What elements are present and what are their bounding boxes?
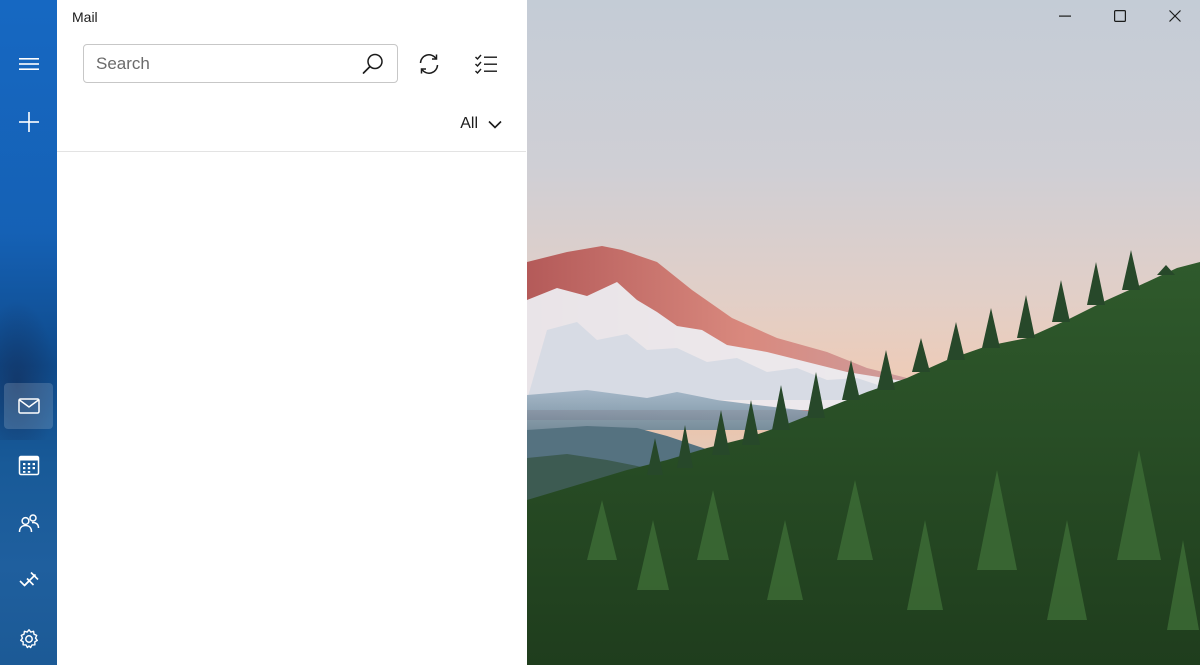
message-list-pane: Mail All <box>57 0 526 665</box>
mail-icon <box>17 398 40 414</box>
close-icon <box>1169 10 1181 22</box>
maximize-button[interactable] <box>1097 0 1143 32</box>
minimize-button[interactable] <box>1042 0 1088 32</box>
mail-nav-button[interactable] <box>4 383 53 429</box>
chevron-down-icon <box>488 120 502 129</box>
sync-button[interactable] <box>412 47 446 81</box>
search-box[interactable] <box>83 44 398 83</box>
hamburger-icon <box>18 58 39 70</box>
todo-icon <box>18 571 39 587</box>
filter-label: All <box>460 115 478 132</box>
background-image <box>527 0 1200 665</box>
gear-icon <box>19 629 38 649</box>
settings-nav-button[interactable] <box>4 616 53 662</box>
people-icon <box>18 514 39 533</box>
todo-nav-button[interactable] <box>4 557 53 603</box>
filter-dropdown[interactable]: All <box>460 113 502 135</box>
menu-button[interactable] <box>4 41 53 87</box>
divider <box>57 151 526 152</box>
calendar-icon <box>18 455 39 476</box>
mountain-landscape-image <box>527 246 1200 665</box>
search-icon[interactable] <box>361 52 385 76</box>
selection-mode-button[interactable] <box>469 47 503 81</box>
maximize-icon <box>1114 10 1126 22</box>
calendar-nav-button[interactable] <box>4 442 53 488</box>
select-mode-icon <box>475 54 497 75</box>
minimize-icon <box>1059 15 1071 17</box>
app-title: Mail <box>72 9 98 25</box>
plus-icon <box>18 112 39 132</box>
close-button[interactable] <box>1152 0 1198 32</box>
new-mail-button[interactable] <box>4 99 53 145</box>
sync-icon <box>419 54 439 74</box>
people-nav-button[interactable] <box>4 500 53 546</box>
search-input[interactable] <box>96 45 351 82</box>
navigation-rail <box>0 0 57 665</box>
